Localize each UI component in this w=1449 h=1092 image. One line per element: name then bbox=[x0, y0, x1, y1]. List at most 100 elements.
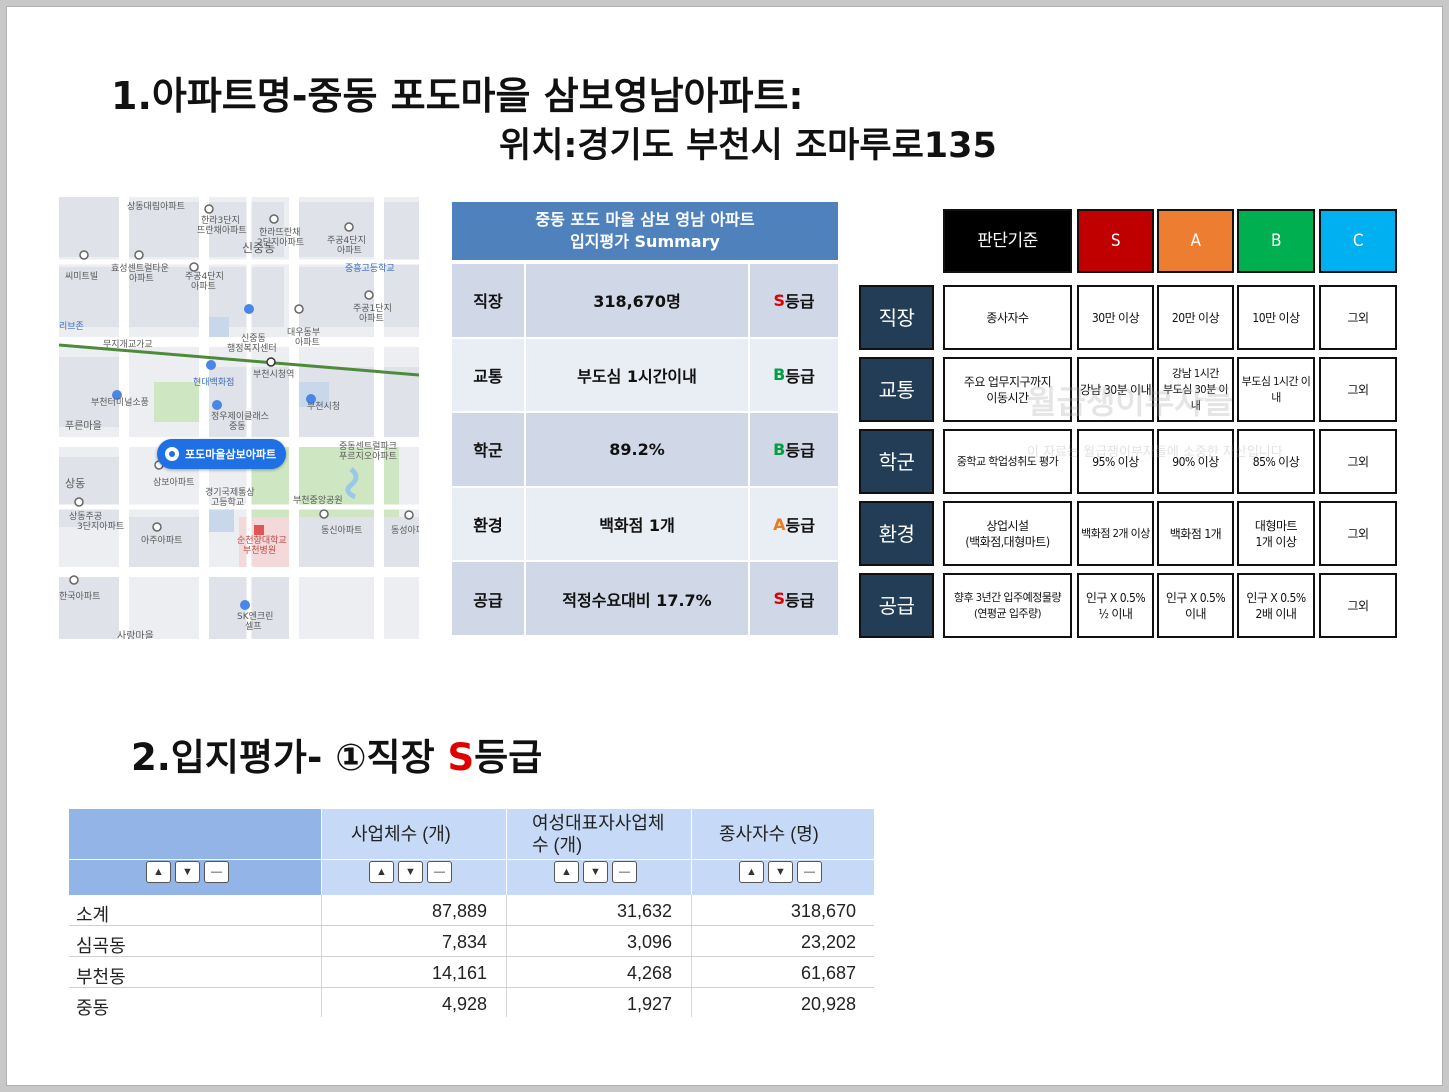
criteria-a: 20만 이상 bbox=[1157, 285, 1234, 350]
map-label: 중흥고등학교 bbox=[345, 264, 395, 274]
row-label: 부천동 bbox=[76, 967, 126, 987]
criteria-header-c: C bbox=[1319, 209, 1397, 273]
sort-down-icon[interactable]: ▼ bbox=[175, 861, 200, 883]
grade-suffix: 등급 bbox=[785, 516, 815, 536]
summary-row: 학군 89.2% B 등급 bbox=[452, 413, 838, 488]
summary-row: 환경 백화점 1개 A 등급 bbox=[452, 487, 838, 563]
section-grade-suffix: 등급 bbox=[474, 736, 543, 779]
criteria-s: 인구 X 0.5% ½ 이내 bbox=[1077, 573, 1154, 638]
map-label: 아파트 bbox=[337, 246, 362, 256]
map-label: 현대백화점 bbox=[193, 378, 235, 388]
criteria-c: 그외 bbox=[1319, 429, 1397, 494]
summary-header-line1: 중동 포도 마을 삼보 영남 아파트 bbox=[535, 210, 755, 229]
map-label: 아주아파트 bbox=[141, 536, 183, 546]
criteria-header-b: B bbox=[1237, 209, 1315, 273]
criteria-basis: 종사자수 bbox=[943, 285, 1072, 350]
map-label: 부천터미널소풍 bbox=[91, 398, 149, 408]
criteria-s: 강남 30분 이내 bbox=[1077, 357, 1154, 422]
criteria-header-a: A bbox=[1157, 209, 1234, 273]
summary-value: 부도심 1시간이내 bbox=[526, 338, 750, 412]
collapse-icon[interactable]: — bbox=[612, 861, 637, 883]
map-label: 중동 bbox=[229, 422, 246, 432]
cell-value: 23,202 bbox=[800, 932, 856, 952]
sort-up-icon[interactable]: ▲ bbox=[739, 861, 764, 883]
sort-down-icon[interactable]: ▼ bbox=[398, 861, 423, 883]
criteria-b: 10만 이상 bbox=[1237, 285, 1315, 350]
grade-letter: B bbox=[773, 365, 786, 385]
criteria-c: 그외 bbox=[1319, 501, 1397, 566]
map-view[interactable]: 상동대림아파트 한라3단지 뜨란채아파트 한라뜨란채 2단지아파트 신중동 주공… bbox=[59, 197, 419, 639]
summary-value: 적정수요대비 17.7% bbox=[526, 562, 750, 635]
criteria-c: 그외 bbox=[1319, 573, 1397, 638]
summary-category: 공급 bbox=[452, 562, 526, 635]
map-label: 삼보아파트 bbox=[153, 478, 195, 488]
grade-suffix: 등급 bbox=[785, 292, 815, 312]
map-label: 한국아파트 bbox=[59, 592, 101, 602]
map-label: 행정복지센터 bbox=[227, 344, 277, 354]
section-title-text: 2.입지평가- ①직장 bbox=[131, 736, 448, 779]
table-row: 심곡동 7,834 3,096 23,202 bbox=[69, 926, 874, 957]
map-label: 무지개교가교 bbox=[103, 340, 153, 350]
summary-category: 환경 bbox=[452, 487, 526, 561]
summary-header-line2: 입지평가 Summary bbox=[570, 232, 720, 251]
criteria-basis: 상업시설 (백화점,대형마트) bbox=[943, 501, 1072, 566]
summary-row: 직장 318,670명 S 등급 bbox=[452, 264, 838, 339]
map-label: 아파트 bbox=[129, 274, 154, 284]
criteria-s: 30만 이상 bbox=[1077, 285, 1154, 350]
criteria-row-name: 공급 bbox=[859, 573, 934, 638]
map-label: 부천시청역 bbox=[253, 370, 295, 380]
map-label: 씨미트빌 bbox=[65, 272, 99, 282]
criteria-row-name: 환경 bbox=[859, 501, 934, 566]
criteria-a: 90% 이상 bbox=[1157, 429, 1234, 494]
map-label: 신중동 bbox=[242, 241, 276, 255]
map-label: 셀프 bbox=[245, 622, 262, 632]
sort-controls: ▲ ▼ — bbox=[369, 861, 452, 883]
row-label: 심곡동 bbox=[76, 936, 126, 956]
criteria-row-name: 직장 bbox=[859, 285, 934, 350]
summary-row: 교통 부도심 1시간이내 B 등급 bbox=[452, 338, 838, 414]
map-label: 동신아파트 bbox=[321, 526, 363, 536]
map-label: 상동 bbox=[65, 477, 86, 490]
sort-up-icon[interactable]: ▲ bbox=[146, 861, 171, 883]
collapse-icon[interactable]: — bbox=[797, 861, 822, 883]
grade-letter: S bbox=[773, 290, 786, 310]
column-header: 종사자수 (명) bbox=[719, 824, 819, 844]
grade-suffix: 등급 bbox=[785, 366, 815, 386]
map-location-pin[interactable]: 포도마을삼보아파트 bbox=[157, 439, 287, 469]
criteria-header-label: 판단기준 bbox=[943, 209, 1072, 273]
map-label: 리브존 bbox=[59, 322, 84, 332]
criteria-table: 판단기준 S A B C 직장 종사자수 30만 이상 20만 이상 10만 이… bbox=[859, 209, 1404, 644]
criteria-row-name: 학군 bbox=[859, 429, 934, 494]
cell-value: 4,268 bbox=[626, 963, 672, 983]
summary-table: 중동 포도 마을 삼보 영남 아파트 입지평가 Summary 직장 318,6… bbox=[452, 202, 838, 637]
criteria-b: 인구 X 0.5% 2배 이내 bbox=[1237, 573, 1315, 638]
sort-up-icon[interactable]: ▲ bbox=[369, 861, 394, 883]
summary-value: 백화점 1개 bbox=[526, 487, 750, 561]
sort-controls: ▲ ▼ — bbox=[146, 861, 229, 883]
cell-value: 14,161 bbox=[431, 963, 487, 983]
map-label: 부천시청 bbox=[307, 402, 341, 412]
collapse-icon[interactable]: — bbox=[204, 861, 229, 883]
summary-grade: S 등급 bbox=[750, 264, 838, 337]
criteria-b: 부도심 1시간 이내 bbox=[1237, 357, 1315, 422]
sort-controls: ▲ ▼ — bbox=[739, 861, 822, 883]
sort-up-icon[interactable]: ▲ bbox=[554, 861, 579, 883]
grade-suffix: 등급 bbox=[785, 441, 815, 461]
criteria-basis: 주요 업무지구까지 이동시간 bbox=[943, 357, 1072, 422]
summary-header: 중동 포도 마을 삼보 영남 아파트 입지평가 Summary bbox=[452, 202, 838, 264]
row-label: 중동 bbox=[76, 998, 110, 1017]
grade-letter: S bbox=[773, 589, 786, 609]
map-label: 뜨란채아파트 bbox=[197, 226, 247, 236]
cell-value: 3,096 bbox=[626, 932, 672, 952]
summary-grade: A 등급 bbox=[750, 487, 838, 561]
sort-down-icon[interactable]: ▼ bbox=[583, 861, 608, 883]
page-title: 1.아파트명-중동 포도마을 삼보영남아파트: bbox=[111, 74, 804, 118]
collapse-icon[interactable]: — bbox=[427, 861, 452, 883]
map-label: 동성아파 bbox=[391, 526, 419, 536]
sort-down-icon[interactable]: ▼ bbox=[768, 861, 793, 883]
summary-category: 직장 bbox=[452, 264, 526, 337]
map-label: 고등학교 bbox=[211, 498, 245, 508]
map-label: 사랑마을 bbox=[117, 631, 154, 639]
map-label: 상동대림아파트 bbox=[127, 202, 185, 212]
cell-value: 7,834 bbox=[441, 932, 487, 952]
